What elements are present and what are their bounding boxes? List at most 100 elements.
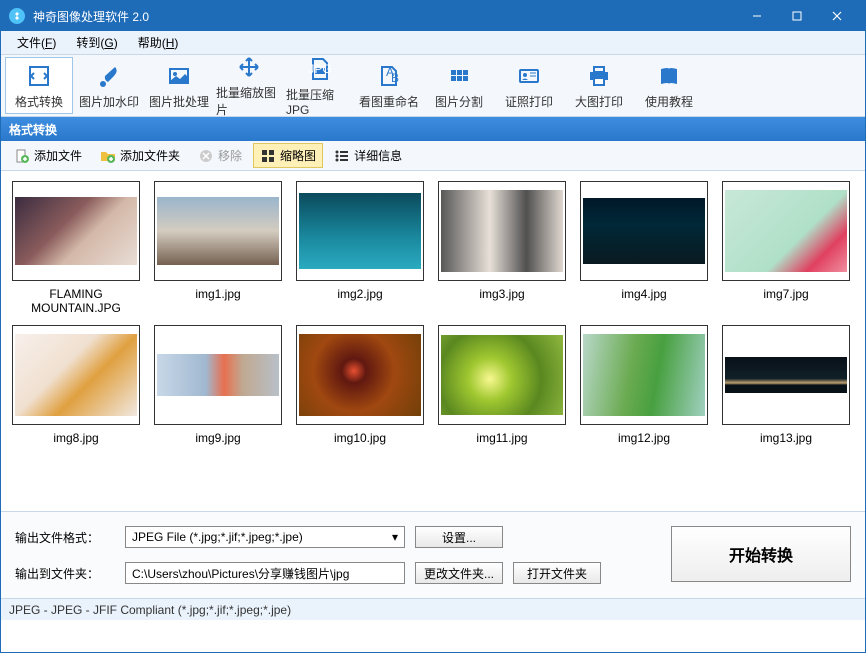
thumb-filename: img11.jpg: [476, 431, 527, 445]
open-folder-button[interactable]: 打开文件夹: [513, 562, 601, 584]
thumb-item[interactable]: img8.jpg: [5, 325, 147, 445]
grid-icon: [445, 62, 473, 90]
tool-resize[interactable]: 批量缩放图片: [215, 57, 283, 114]
thumb-box: [12, 181, 140, 281]
tool-batch[interactable]: 图片批处理: [145, 57, 213, 114]
thumb-item[interactable]: img11.jpg: [431, 325, 573, 445]
jpg-icon: JPG: [305, 55, 333, 83]
thumb-box: [722, 325, 850, 425]
thumb-image: [583, 198, 705, 264]
thumb-filename: img1.jpg: [195, 287, 240, 301]
thumb-filename: img3.jpg: [479, 287, 524, 301]
close-button[interactable]: [817, 1, 857, 31]
list-icon: [334, 148, 350, 164]
thumb-image: [441, 190, 563, 272]
book-icon: [655, 62, 683, 90]
folder-add-icon: [100, 148, 116, 164]
window-title: 神奇图像处理软件 2.0: [33, 8, 737, 25]
thumb-item[interactable]: img10.jpg: [289, 325, 431, 445]
thumb-image: [299, 193, 421, 269]
thumb-image: [725, 357, 847, 393]
output-folder-input[interactable]: [125, 562, 405, 584]
menu-goto[interactable]: 转到(G): [66, 32, 127, 53]
section-header: 格式转换: [1, 117, 865, 141]
main-toolbar: 格式转换 图片加水印 图片批处理 批量缩放图片 JPG 批量压缩JPG AB 看…: [1, 55, 865, 117]
thumb-item[interactable]: img3.jpg: [431, 181, 573, 315]
thumb-filename: img13.jpg: [760, 431, 812, 445]
thumb-image: [15, 334, 137, 416]
maximize-button[interactable]: [777, 1, 817, 31]
start-convert-button[interactable]: 开始转换: [671, 526, 851, 582]
tool-rename[interactable]: AB 看图重命名: [355, 57, 423, 114]
thumb-image: [583, 334, 705, 416]
thumbnails-area[interactable]: FLAMING MOUNTAIN.JPG img1.jpg img2.jpg img3…: [1, 171, 865, 511]
thumb-image: [725, 190, 847, 272]
tool-big-print[interactable]: 大图打印: [565, 57, 633, 114]
thumb-box: [154, 325, 282, 425]
thumb-filename: img10.jpg: [334, 431, 386, 445]
add-folder-button[interactable]: 添加文件夹: [93, 143, 187, 168]
convert-icon: [25, 62, 53, 90]
thumb-filename: FLAMING MOUNTAIN.JPG: [5, 287, 147, 315]
thumb-box: [438, 325, 566, 425]
thumb-box: [296, 325, 424, 425]
status-text: JPEG - JPEG - JFIF Compliant (*.jpg;*.ji…: [9, 603, 291, 617]
chevron-down-icon: ▾: [392, 530, 398, 544]
menu-help[interactable]: 帮助(H): [128, 32, 189, 53]
thumb-box: [722, 181, 850, 281]
minimize-button[interactable]: [737, 1, 777, 31]
menubar: 文件(F) 转到(G) 帮助(H): [1, 31, 865, 55]
file-add-icon: [14, 148, 30, 164]
printer-icon: [585, 62, 613, 90]
thumb-image: [157, 197, 279, 265]
thumb-filename: img7.jpg: [763, 287, 808, 301]
thumb-image: [15, 197, 137, 265]
bottom-panel: 输出文件格式： JPEG File (*.jpg;*.jif;*.jpeg;*.…: [1, 511, 865, 598]
thumb-item[interactable]: img1.jpg: [147, 181, 289, 315]
thumb-image: [157, 354, 279, 396]
app-icon: [9, 8, 25, 24]
thumb-box: [154, 181, 282, 281]
thumb-box: [438, 181, 566, 281]
statusbar: JPEG - JPEG - JFIF Compliant (*.jpg;*.ji…: [1, 598, 865, 620]
thumb-filename: img4.jpg: [621, 287, 666, 301]
tool-format-convert[interactable]: 格式转换: [5, 57, 73, 114]
thumb-image: [441, 335, 563, 415]
tool-tutorial[interactable]: 使用教程: [635, 57, 703, 114]
output-format-dropdown[interactable]: JPEG File (*.jpg;*.jif;*.jpeg;*.jpe) ▾: [125, 526, 405, 548]
thumb-box: [580, 181, 708, 281]
id-card-icon: [515, 62, 543, 90]
thumb-box: [12, 325, 140, 425]
output-folder-label: 输出到文件夹：: [15, 565, 115, 582]
thumb-item[interactable]: img13.jpg: [715, 325, 857, 445]
thumb-item[interactable]: img9.jpg: [147, 325, 289, 445]
tool-watermark[interactable]: 图片加水印: [75, 57, 143, 114]
tool-compress-jpg[interactable]: JPG 批量压缩JPG: [285, 57, 353, 114]
rename-icon: AB: [375, 62, 403, 90]
thumb-item[interactable]: img7.jpg: [715, 181, 857, 315]
output-format-label: 输出文件格式：: [15, 529, 115, 546]
tool-split[interactable]: 图片分割: [425, 57, 493, 114]
image-icon: [165, 62, 193, 90]
thumb-item[interactable]: img4.jpg: [573, 181, 715, 315]
thumb-item[interactable]: FLAMING MOUNTAIN.JPG: [5, 181, 147, 315]
thumb-filename: img8.jpg: [53, 431, 98, 445]
remove-button[interactable]: 移除: [191, 143, 249, 168]
menu-file[interactable]: 文件(F): [7, 32, 66, 53]
add-file-button[interactable]: 添加文件: [7, 143, 89, 168]
action-bar: 添加文件 添加文件夹 移除 缩略图 详细信息: [1, 141, 865, 171]
tool-id-print[interactable]: 证照打印: [495, 57, 563, 114]
thumb-item[interactable]: img12.jpg: [573, 325, 715, 445]
thumb-filename: img9.jpg: [195, 431, 240, 445]
settings-button[interactable]: 设置...: [415, 526, 503, 548]
thumb-item[interactable]: img2.jpg: [289, 181, 431, 315]
svg-text:JPG: JPG: [308, 62, 331, 76]
thumb-image: [299, 334, 421, 416]
thumb-filename: img12.jpg: [618, 431, 670, 445]
details-view-button[interactable]: 详细信息: [327, 143, 409, 168]
thumb-box: [580, 325, 708, 425]
change-folder-button[interactable]: 更改文件夹...: [415, 562, 503, 584]
section-title: 格式转换: [9, 121, 57, 138]
thumb-box: [296, 181, 424, 281]
thumbnail-view-button[interactable]: 缩略图: [253, 143, 323, 168]
